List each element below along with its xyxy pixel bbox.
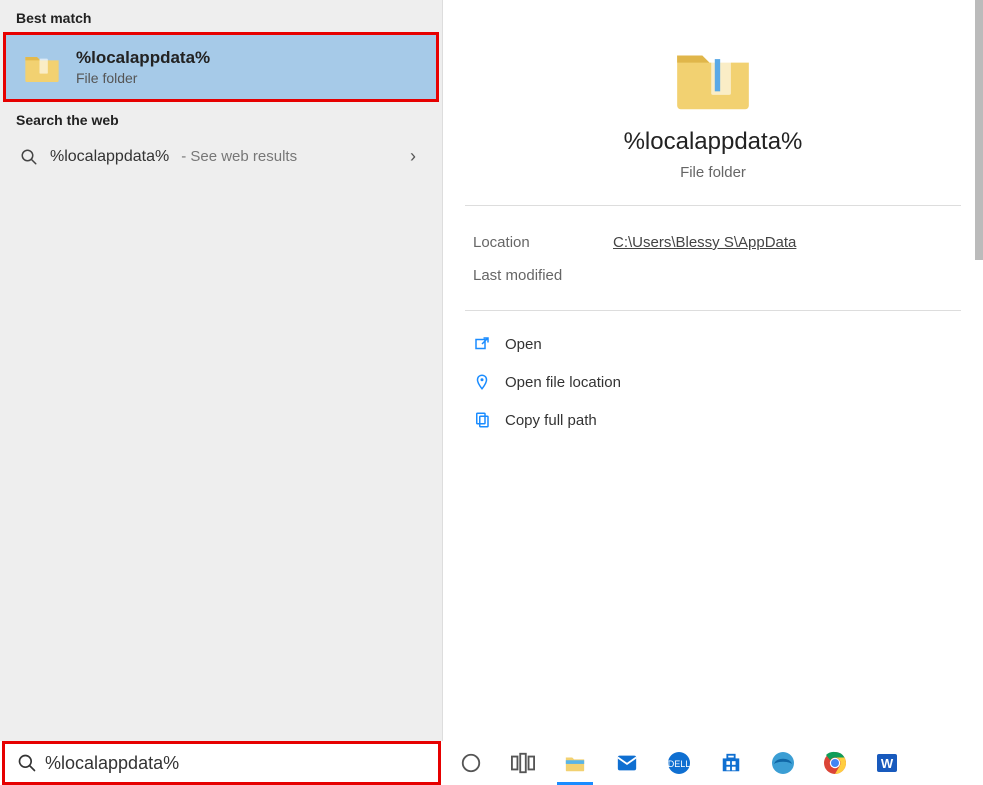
microsoft-store-icon[interactable]	[717, 749, 745, 777]
preview-meta: Location C:\Users\Blessy S\AppData Last …	[443, 206, 983, 310]
web-result-row[interactable]: %localappdata% - See web results ›	[0, 134, 442, 179]
svg-text:W: W	[881, 756, 894, 771]
chrome-icon[interactable]	[821, 749, 849, 777]
location-label: Location	[473, 234, 613, 251]
preview-title: %localappdata%	[624, 128, 803, 156]
last-modified-row: Last modified	[473, 259, 953, 292]
action-open[interactable]: Open	[467, 325, 959, 363]
folder-icon	[22, 47, 62, 87]
preview-actions: Open Open file location Copy full path	[443, 311, 983, 453]
best-match-title: %localappdata%	[76, 48, 210, 68]
file-location-icon	[473, 373, 491, 391]
open-icon	[473, 335, 491, 353]
action-copy-full-path[interactable]: Copy full path	[467, 401, 959, 439]
folder-large-icon	[670, 34, 756, 120]
search-web-heading: Search the web	[0, 102, 442, 134]
chevron-right-icon: ›	[410, 146, 426, 167]
edge-legacy-icon[interactable]	[769, 749, 797, 777]
action-open-file-location-label: Open file location	[505, 374, 621, 391]
search-icon	[17, 753, 37, 773]
preview-hero: %localappdata% File folder	[443, 0, 983, 205]
search-box[interactable]	[2, 741, 441, 785]
last-modified-label: Last modified	[473, 267, 613, 284]
location-link[interactable]: C:\Users\Blessy S\AppData	[613, 234, 796, 251]
preview-subtitle: File folder	[680, 164, 746, 181]
web-result-hint: - See web results	[181, 148, 297, 165]
location-row: Location C:\Users\Blessy S\AppData	[473, 226, 953, 259]
preview-pane: %localappdata% File folder Location C:\U…	[443, 0, 983, 741]
best-match-result[interactable]: %localappdata% File folder	[3, 32, 439, 102]
main-area: Best match %localappdata% File folder Se…	[0, 0, 983, 741]
task-view-icon[interactable]	[509, 749, 537, 777]
file-explorer-icon[interactable]	[561, 749, 589, 777]
action-copy-full-path-label: Copy full path	[505, 412, 597, 429]
search-icon	[20, 148, 38, 166]
copy-icon	[473, 411, 491, 429]
best-match-subtitle: File folder	[76, 70, 210, 86]
best-match-heading: Best match	[0, 0, 442, 32]
dell-icon[interactable]: DELL	[665, 749, 693, 777]
results-pane: Best match %localappdata% File folder Se…	[0, 0, 443, 741]
windows-search-panel: Best match %localappdata% File folder Se…	[0, 0, 983, 785]
svg-text:DELL: DELL	[668, 759, 691, 769]
action-open-label: Open	[505, 336, 542, 353]
web-result-query: %localappdata%	[50, 148, 169, 166]
search-box-wrap	[0, 741, 443, 785]
search-input[interactable]	[45, 753, 438, 774]
taskbar-icons: DELL W	[443, 741, 983, 785]
cortana-ring-icon[interactable]	[457, 749, 485, 777]
scrollbar[interactable]	[975, 0, 983, 260]
mail-icon[interactable]	[613, 749, 641, 777]
taskbar: DELL W	[0, 741, 983, 785]
action-open-file-location[interactable]: Open file location	[467, 363, 959, 401]
word-icon[interactable]: W	[873, 749, 901, 777]
best-match-texts: %localappdata% File folder	[76, 48, 210, 86]
